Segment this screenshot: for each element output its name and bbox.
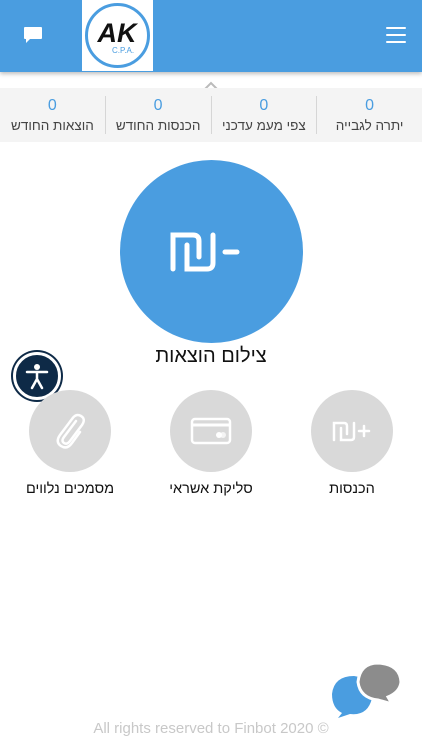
- shekel-plus-icon: [332, 421, 371, 442]
- company-logo: AK C.P.A.: [82, 0, 153, 71]
- income-button[interactable]: הכנסות: [287, 390, 417, 497]
- credit-clearing-button[interactable]: סליקת אשראי: [146, 390, 276, 497]
- chat-bubble-icon: [24, 27, 42, 43]
- app-header: AK C.P.A.: [0, 0, 422, 72]
- shekel-minus-icon: [170, 232, 239, 271]
- income-label: הכנסות: [329, 481, 375, 497]
- stat-label: הכנסות החודש: [115, 118, 201, 133]
- stat-value: 0: [153, 97, 163, 114]
- chat-bubbles-icon: [332, 661, 403, 718]
- attached-documents-button[interactable]: מסמכים נלווים: [5, 390, 135, 497]
- stat-vat-forecast: 0 צפי מעמ עדכני: [210, 96, 317, 134]
- paperclip-icon: [56, 413, 85, 449]
- accessibility-icon: [25, 364, 49, 390]
- stat-value: 0: [259, 97, 269, 114]
- attached-documents-label: מסמכים נלווים: [25, 481, 115, 497]
- svg-text:C.P.A.: C.P.A.: [112, 46, 134, 55]
- hamburger-line: [386, 41, 406, 43]
- stat-month-income: 0 הכנסות החודש: [104, 96, 211, 134]
- credit-clearing-label: סליקת אשראי: [169, 481, 253, 497]
- stat-value: 0: [47, 97, 57, 114]
- menu-button[interactable]: [386, 27, 406, 43]
- chat-button[interactable]: [22, 25, 44, 45]
- stat-label: צפי מעמ עדכני: [222, 118, 306, 133]
- hamburger-line: [386, 34, 406, 36]
- attached-documents-circle: [29, 390, 111, 472]
- hamburger-menu-icon: [386, 27, 406, 29]
- credit-clearing-circle: [170, 390, 252, 472]
- svg-text:AK: AK: [97, 18, 139, 48]
- capture-expenses-label: צילום הוצאות: [155, 345, 267, 367]
- stat-month-expenses: 0 הוצאות החודש: [0, 96, 105, 134]
- stats-bar: 0 יתרה לגבייה 0 צפי מעמ עדכני 0 הכנסות ה…: [0, 88, 422, 142]
- capture-expenses-button[interactable]: [120, 160, 303, 343]
- credit-card-icon: [190, 417, 232, 445]
- income-circle: [311, 390, 393, 472]
- support-chat-widget[interactable]: [330, 660, 405, 720]
- stat-value: 0: [365, 97, 375, 114]
- stat-label: הוצאות החודש: [10, 118, 94, 133]
- copyright-footer: All rights reserved to Finbot 2020 ©: [93, 720, 329, 737]
- stat-label: יתרה לגבייה: [335, 118, 404, 133]
- stat-balance-due: 0 יתרה לגבייה: [316, 96, 422, 134]
